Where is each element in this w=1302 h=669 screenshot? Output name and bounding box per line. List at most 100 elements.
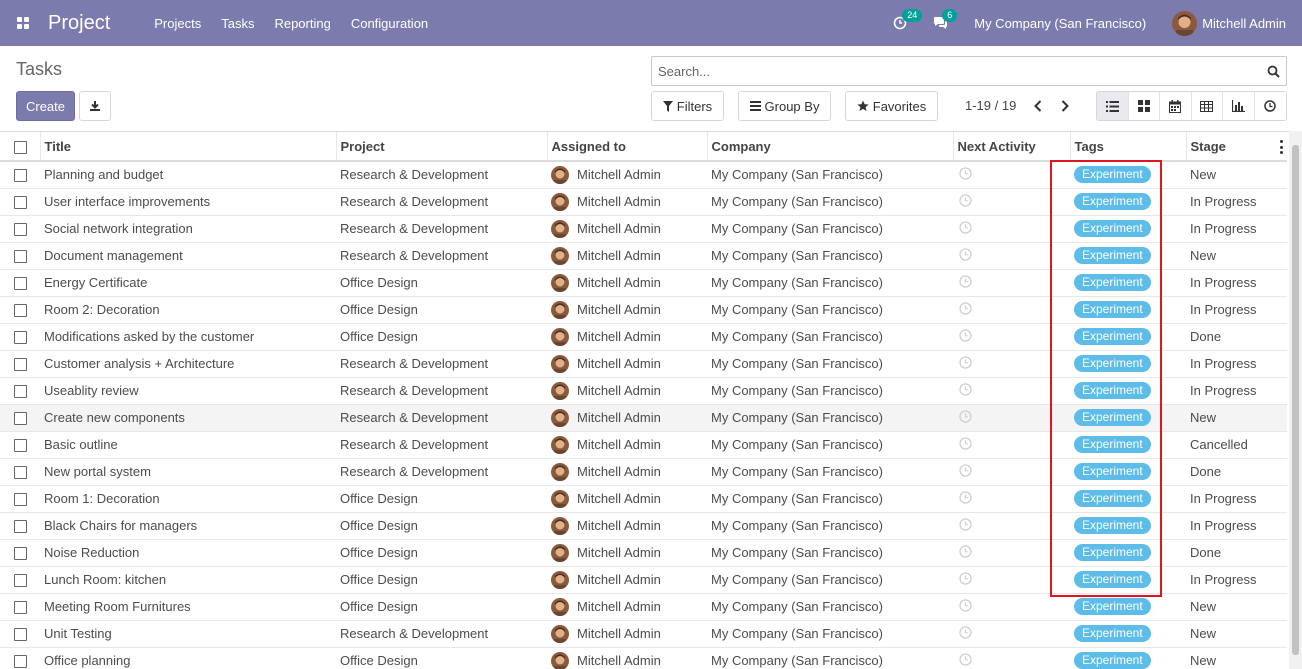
table-row[interactable]: Create new components Research & Developm… bbox=[0, 404, 1287, 432]
tags-cell[interactable]: Experiment bbox=[1070, 539, 1186, 567]
activity-clock-icon[interactable] bbox=[959, 410, 972, 426]
next-activity-cell[interactable] bbox=[953, 620, 1070, 648]
row-checkbox[interactable] bbox=[14, 601, 27, 615]
assigned-to-cell[interactable]: Mitchell Admin bbox=[547, 296, 707, 324]
activity-clock-icon[interactable] bbox=[959, 518, 972, 534]
search-icon[interactable] bbox=[1260, 65, 1286, 78]
activity-clock-icon[interactable] bbox=[959, 302, 972, 318]
row-checkbox[interactable] bbox=[14, 196, 27, 210]
assigned-to-cell[interactable]: Mitchell Admin bbox=[547, 404, 707, 432]
task-title-cell[interactable]: Noise Reduction bbox=[40, 539, 336, 567]
next-activity-cell[interactable] bbox=[953, 188, 1070, 216]
column-header-tags[interactable]: Tags bbox=[1070, 132, 1187, 162]
company-cell[interactable]: My Company (San Francisco) bbox=[707, 350, 953, 378]
user-menu[interactable]: Mitchell Admin bbox=[1172, 10, 1286, 36]
project-cell[interactable]: Research & Development bbox=[336, 377, 547, 405]
stage-cell[interactable]: New bbox=[1186, 593, 1287, 621]
company-cell[interactable]: My Company (San Francisco) bbox=[707, 296, 953, 324]
assigned-to-cell[interactable]: Mitchell Admin bbox=[547, 161, 707, 189]
tags-cell[interactable]: Experiment bbox=[1070, 161, 1186, 189]
project-cell[interactable]: Research & Development bbox=[336, 458, 547, 486]
search-bar[interactable] bbox=[651, 56, 1287, 86]
project-cell[interactable]: Research & Development bbox=[336, 350, 547, 378]
menu-tasks[interactable]: Tasks bbox=[221, 16, 254, 31]
task-title-cell[interactable]: Lunch Room: kitchen bbox=[40, 566, 336, 594]
stage-cell[interactable]: New bbox=[1186, 242, 1287, 270]
next-activity-cell[interactable] bbox=[953, 323, 1070, 351]
row-select-cell[interactable] bbox=[0, 188, 40, 216]
project-cell[interactable]: Office Design bbox=[336, 539, 547, 567]
assigned-to-cell[interactable]: Mitchell Admin bbox=[547, 323, 707, 351]
next-activity-cell[interactable] bbox=[953, 539, 1070, 567]
table-row[interactable]: Room 1: Decoration Office Design Mitchell … bbox=[0, 485, 1287, 513]
vertical-scrollbar[interactable] bbox=[1289, 131, 1302, 669]
table-row[interactable]: Noise Reduction Office Design Mitchell Adm… bbox=[0, 539, 1287, 567]
table-row[interactable]: Modifications asked by the customer Offic… bbox=[0, 323, 1287, 351]
table-row[interactable]: Useablity review Research & Development Mi… bbox=[0, 377, 1287, 405]
task-title-cell[interactable]: Room 1: Decoration bbox=[40, 485, 336, 513]
assigned-to-cell[interactable]: Mitchell Admin bbox=[547, 188, 707, 216]
stage-cell[interactable]: In Progress bbox=[1186, 215, 1287, 243]
table-row[interactable]: Office planning Office Design Mitchell Adm… bbox=[0, 647, 1287, 669]
activity-clock-icon[interactable] bbox=[959, 275, 972, 291]
column-header-stage[interactable]: Stage bbox=[1186, 132, 1287, 162]
row-select-cell[interactable] bbox=[0, 647, 40, 669]
project-cell[interactable]: Office Design bbox=[336, 296, 547, 324]
assigned-to-cell[interactable]: Mitchell Admin bbox=[547, 539, 707, 567]
stage-cell[interactable]: New bbox=[1186, 647, 1287, 669]
activity-clock-icon[interactable] bbox=[959, 167, 972, 183]
task-title-cell[interactable]: New portal system bbox=[40, 458, 336, 486]
tags-cell[interactable]: Experiment bbox=[1070, 593, 1186, 621]
next-activity-cell[interactable] bbox=[953, 458, 1070, 486]
row-select-cell[interactable] bbox=[0, 350, 40, 378]
select-all-checkbox[interactable] bbox=[14, 140, 27, 154]
task-title-cell[interactable]: Modifications asked by the customer bbox=[40, 323, 336, 351]
search-input[interactable] bbox=[658, 63, 1260, 79]
next-activity-cell[interactable] bbox=[953, 350, 1070, 378]
table-row[interactable]: Black Chairs for managers Office Design Mi… bbox=[0, 512, 1287, 540]
row-checkbox[interactable] bbox=[14, 331, 27, 345]
row-checkbox[interactable] bbox=[14, 466, 27, 480]
row-select-cell[interactable] bbox=[0, 512, 40, 540]
assigned-to-cell[interactable]: Mitchell Admin bbox=[547, 512, 707, 540]
row-checkbox[interactable] bbox=[14, 574, 27, 588]
row-select-cell[interactable] bbox=[0, 269, 40, 297]
stage-cell[interactable]: New bbox=[1186, 404, 1287, 432]
task-title-cell[interactable]: Office planning bbox=[40, 647, 336, 669]
activity-clock-icon[interactable] bbox=[959, 464, 972, 480]
activity-clock-icon[interactable] bbox=[959, 491, 972, 507]
kanban-view-button[interactable] bbox=[1128, 92, 1160, 120]
next-activity-cell[interactable] bbox=[953, 215, 1070, 243]
tags-cell[interactable]: Experiment bbox=[1070, 647, 1186, 669]
activity-clock-icon[interactable] bbox=[959, 356, 972, 372]
stage-cell[interactable]: New bbox=[1186, 161, 1287, 189]
activity-clock-icon[interactable] bbox=[959, 221, 972, 237]
tags-cell[interactable]: Experiment bbox=[1070, 431, 1186, 459]
company-cell[interactable]: My Company (San Francisco) bbox=[707, 539, 953, 567]
table-row[interactable]: Meeting Room Furnitures Office Design Mitc… bbox=[0, 593, 1287, 621]
project-cell[interactable]: Research & Development bbox=[336, 161, 547, 189]
project-cell[interactable]: Office Design bbox=[336, 593, 547, 621]
project-cell[interactable]: Office Design bbox=[336, 647, 547, 669]
select-all-cell[interactable] bbox=[0, 132, 41, 162]
tags-cell[interactable]: Experiment bbox=[1070, 242, 1186, 270]
menu-reporting[interactable]: Reporting bbox=[274, 16, 330, 31]
company-cell[interactable]: My Company (San Francisco) bbox=[707, 188, 953, 216]
company-cell[interactable]: My Company (San Francisco) bbox=[707, 323, 953, 351]
assigned-to-cell[interactable]: Mitchell Admin bbox=[547, 593, 707, 621]
stage-cell[interactable]: Done bbox=[1186, 458, 1287, 486]
project-cell[interactable]: Research & Development bbox=[336, 188, 547, 216]
assigned-to-cell[interactable]: Mitchell Admin bbox=[547, 377, 707, 405]
task-title-cell[interactable]: Useablity review bbox=[40, 377, 336, 405]
menu-configuration[interactable]: Configuration bbox=[351, 16, 428, 31]
project-cell[interactable]: Research & Development bbox=[336, 431, 547, 459]
task-title-cell[interactable]: Social network integration bbox=[40, 215, 336, 243]
next-activity-cell[interactable] bbox=[953, 269, 1070, 297]
next-activity-cell[interactable] bbox=[953, 404, 1070, 432]
tags-cell[interactable]: Experiment bbox=[1070, 215, 1186, 243]
assigned-to-cell[interactable]: Mitchell Admin bbox=[547, 350, 707, 378]
activity-clock-icon[interactable] bbox=[959, 383, 972, 399]
favorites-button[interactable]: Favorites bbox=[845, 91, 938, 121]
assigned-to-cell[interactable]: Mitchell Admin bbox=[547, 215, 707, 243]
row-checkbox[interactable] bbox=[14, 250, 27, 264]
